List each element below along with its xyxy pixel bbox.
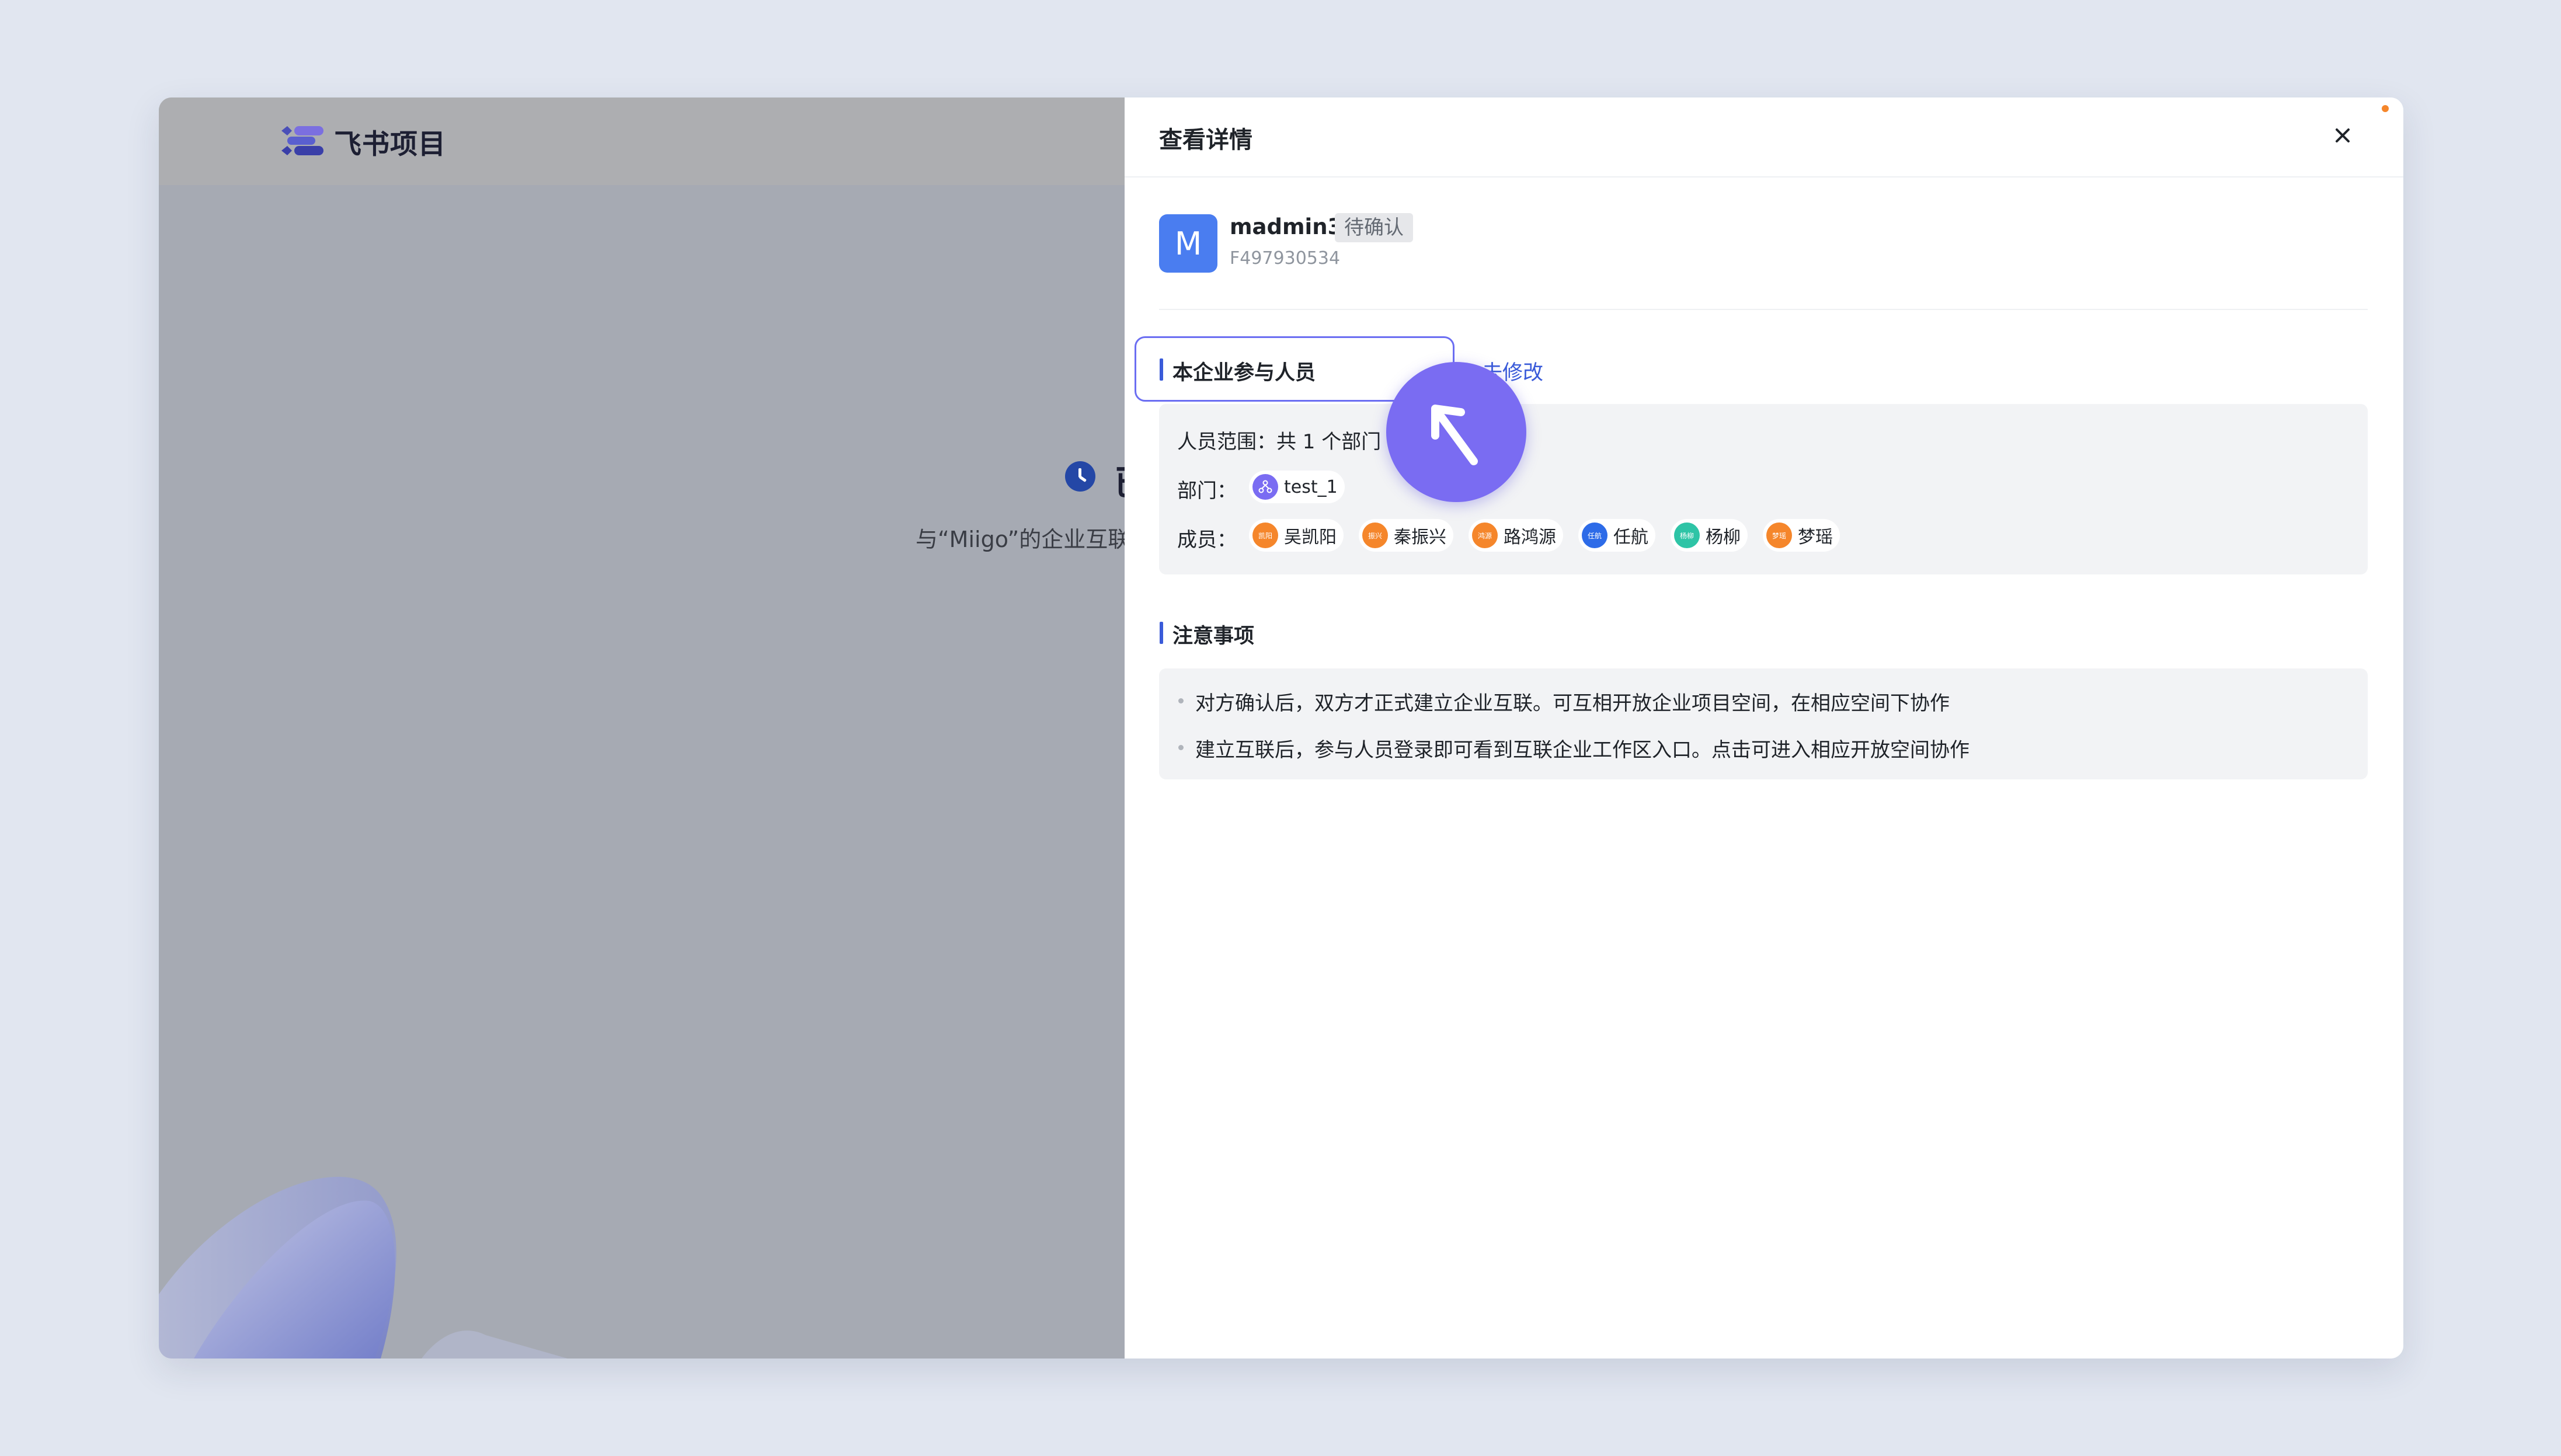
notification-dot bbox=[2382, 105, 2389, 112]
drawer-title: 查看详情 bbox=[1159, 127, 1252, 154]
user-id: F497930534 bbox=[1230, 248, 1341, 269]
members-label: 成员： bbox=[1177, 528, 1237, 552]
note-item: 对方确认后，双方才正式建立企业互联。可互相开放企业项目空间，在相应空间下协作 bbox=[1195, 692, 1950, 715]
drawer-header: 查看详情 bbox=[1125, 97, 2403, 177]
background-page: 飞书项目 已 与“Miigo”的企业互联 bbox=[159, 97, 1125, 1359]
member-chip[interactable]: 振兴 秦振兴 bbox=[1359, 519, 1453, 552]
department-name: test_1 bbox=[1284, 476, 1338, 497]
member-name: 路鸿源 bbox=[1504, 527, 1556, 548]
status-badge: 待确认 bbox=[1335, 213, 1413, 242]
scope-label: 人员范围：共 1 个部门 bbox=[1177, 430, 1382, 454]
notes-title: 注意事项 bbox=[1172, 625, 1255, 648]
member-chip[interactable]: 鸿源 路鸿源 bbox=[1469, 519, 1563, 552]
section-accent-bar bbox=[1160, 358, 1163, 381]
member-avatar: 任航 bbox=[1582, 523, 1607, 548]
member-chip[interactable]: 任航 任航 bbox=[1578, 519, 1655, 552]
cursor-indicator bbox=[1386, 362, 1526, 502]
logo-icon bbox=[281, 126, 323, 155]
department-label: 部门： bbox=[1177, 479, 1237, 503]
notes-box: 对方确认后，双方才正式建立企业互联。可互相开放企业项目空间，在相应空间下协作 建… bbox=[1159, 668, 2368, 779]
member-chip[interactable]: 梦瑶 梦瑶 bbox=[1763, 519, 1840, 552]
bullet-dot bbox=[1178, 745, 1184, 750]
department-chip[interactable]: test_1 bbox=[1249, 471, 1345, 503]
close-icon[interactable] bbox=[2327, 120, 2358, 151]
avatar: M bbox=[1159, 214, 1217, 273]
member-avatar: 杨柳 bbox=[1674, 523, 1700, 548]
page-heading: 已 bbox=[1114, 455, 1125, 506]
member-avatar: 鸿源 bbox=[1472, 523, 1498, 548]
app-window: 飞书项目 已 与“Miigo”的企业互联 查看详情 bbox=[159, 97, 2403, 1359]
clock-icon bbox=[1065, 461, 1095, 492]
user-name: madmin3 bbox=[1230, 214, 1343, 239]
member-avatar: 凯阳 bbox=[1252, 523, 1278, 548]
member-name: 杨柳 bbox=[1706, 527, 1741, 548]
bullet-dot bbox=[1178, 698, 1184, 703]
page-subtitle: 与“Miigo”的企业互联 bbox=[916, 527, 1125, 552]
member-name: 梦瑶 bbox=[1798, 527, 1833, 548]
detail-drawer: 查看详情 M madmin3 待确认 F497930534 本企业参与人员 去修… bbox=[1125, 97, 2403, 1359]
participants-title: 本企业参与人员 bbox=[1172, 361, 1316, 385]
member-name: 秦振兴 bbox=[1394, 527, 1446, 548]
member-avatar: 振兴 bbox=[1362, 523, 1388, 548]
member-chip[interactable]: 杨柳 杨柳 bbox=[1671, 519, 1748, 552]
decorative-ribbon bbox=[159, 1176, 568, 1359]
member-chip[interactable]: 凯阳 吴凯阳 bbox=[1249, 519, 1344, 552]
member-avatar: 梦瑶 bbox=[1766, 523, 1792, 548]
cursor-arrow-icon bbox=[1431, 405, 1478, 465]
app-logo[interactable]: 飞书项目 bbox=[279, 124, 446, 161]
department-icon bbox=[1252, 474, 1278, 500]
logo-text: 飞书项目 bbox=[334, 128, 446, 161]
section-accent-bar bbox=[1160, 622, 1163, 644]
member-name: 任航 bbox=[1613, 527, 1648, 548]
participants-box: 人员范围：共 1 个部门 部门： test_1 成员： 凯阳 吴凯阳 振兴 秦振… bbox=[1159, 404, 2368, 574]
note-item: 建立互联后，参与人员登录即可看到互联企业工作区入口。点击可进入相应开放空间协作 bbox=[1195, 739, 1970, 762]
top-bar: 飞书项目 bbox=[159, 97, 1125, 185]
divider bbox=[1159, 309, 2368, 310]
member-name: 吴凯阳 bbox=[1284, 527, 1337, 548]
